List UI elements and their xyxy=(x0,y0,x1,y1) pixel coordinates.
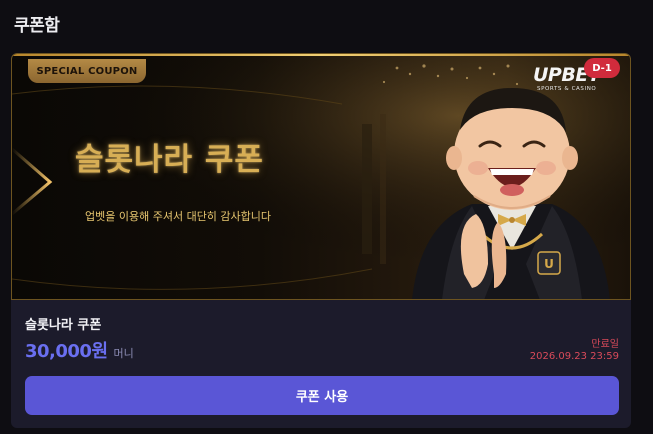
banner-gold-border xyxy=(12,54,630,56)
expiry-label: 만료일 xyxy=(591,339,619,350)
expiry-date: 2026.09.23 23:59 xyxy=(529,351,619,362)
dday-badge: D-1 xyxy=(584,58,620,78)
coupon-name: 슬롯나라 쿠폰 xyxy=(25,318,102,333)
use-coupon-button[interactable]: 쿠폰 사용 xyxy=(25,376,619,415)
laughing-mascot-image: U xyxy=(412,88,610,299)
coupon-amount-row: 30,000원 머니 xyxy=(25,337,134,363)
banner-title: 슬롯나라 쿠폰 xyxy=(75,142,264,178)
coupon-card: SPECIAL COUPON 슬롯나라 쿠폰 업벳을 이용해 주셔서 대단히 감… xyxy=(11,53,631,428)
coupon-banner: SPECIAL COUPON 슬롯나라 쿠폰 업벳을 이용해 주셔서 대단히 감… xyxy=(11,53,631,300)
coupon-box-page: 쿠폰함 SPECIAL COUPON 슬롯나라 쿠폰 업벳을 이용해 주셔서 대… xyxy=(0,0,653,434)
svg-text:U: U xyxy=(544,257,554,271)
brand-tagline: SPORTS & CASINO xyxy=(537,86,597,92)
page-title: 쿠폰함 xyxy=(14,16,60,36)
special-coupon-tag: SPECIAL COUPON xyxy=(28,59,146,83)
coupon-amount: 30,000원 xyxy=(25,341,108,362)
coupon-amount-unit: 머니 xyxy=(113,347,134,360)
banner-subtitle: 업벳을 이용해 주셔서 대단히 감사합니다 xyxy=(85,210,272,223)
